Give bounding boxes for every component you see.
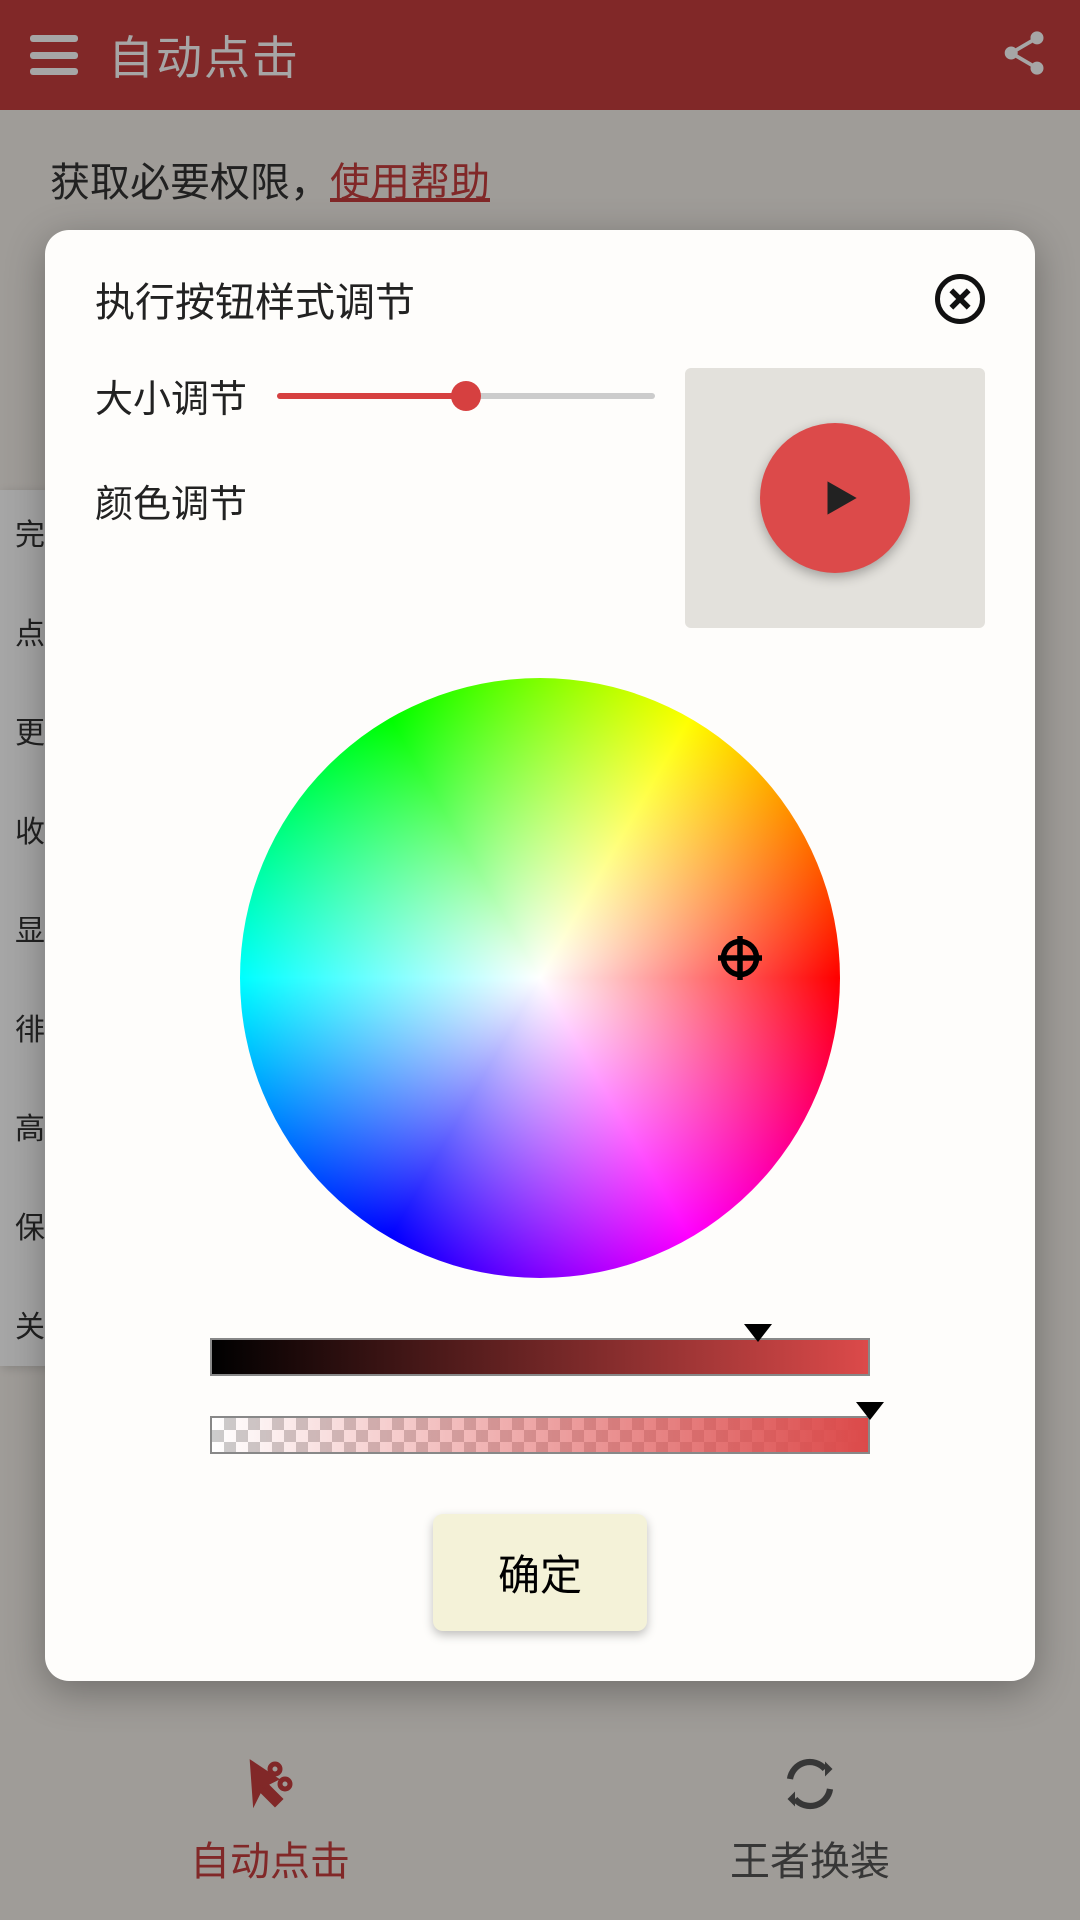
crosshair-icon[interactable] <box>718 936 762 980</box>
opacity-slider[interactable] <box>210 1416 870 1454</box>
slider-marker[interactable] <box>856 1402 884 1420</box>
style-dialog: 执行按钮样式调节 大小调节 颜色调节 <box>45 230 1035 1681</box>
slider-marker[interactable] <box>744 1324 772 1342</box>
play-button-preview <box>760 423 910 573</box>
color-wheel[interactable] <box>240 678 840 1278</box>
confirm-button[interactable]: 确定 <box>433 1514 647 1631</box>
brightness-slider[interactable] <box>210 1338 870 1376</box>
color-label: 颜色调节 <box>95 473 247 528</box>
close-icon[interactable] <box>935 274 985 324</box>
slider-thumb[interactable] <box>451 381 481 411</box>
dialog-title: 执行按钮样式调节 <box>95 270 415 328</box>
size-label: 大小调节 <box>95 368 247 423</box>
size-slider[interactable] <box>277 393 655 399</box>
button-preview <box>685 368 985 628</box>
